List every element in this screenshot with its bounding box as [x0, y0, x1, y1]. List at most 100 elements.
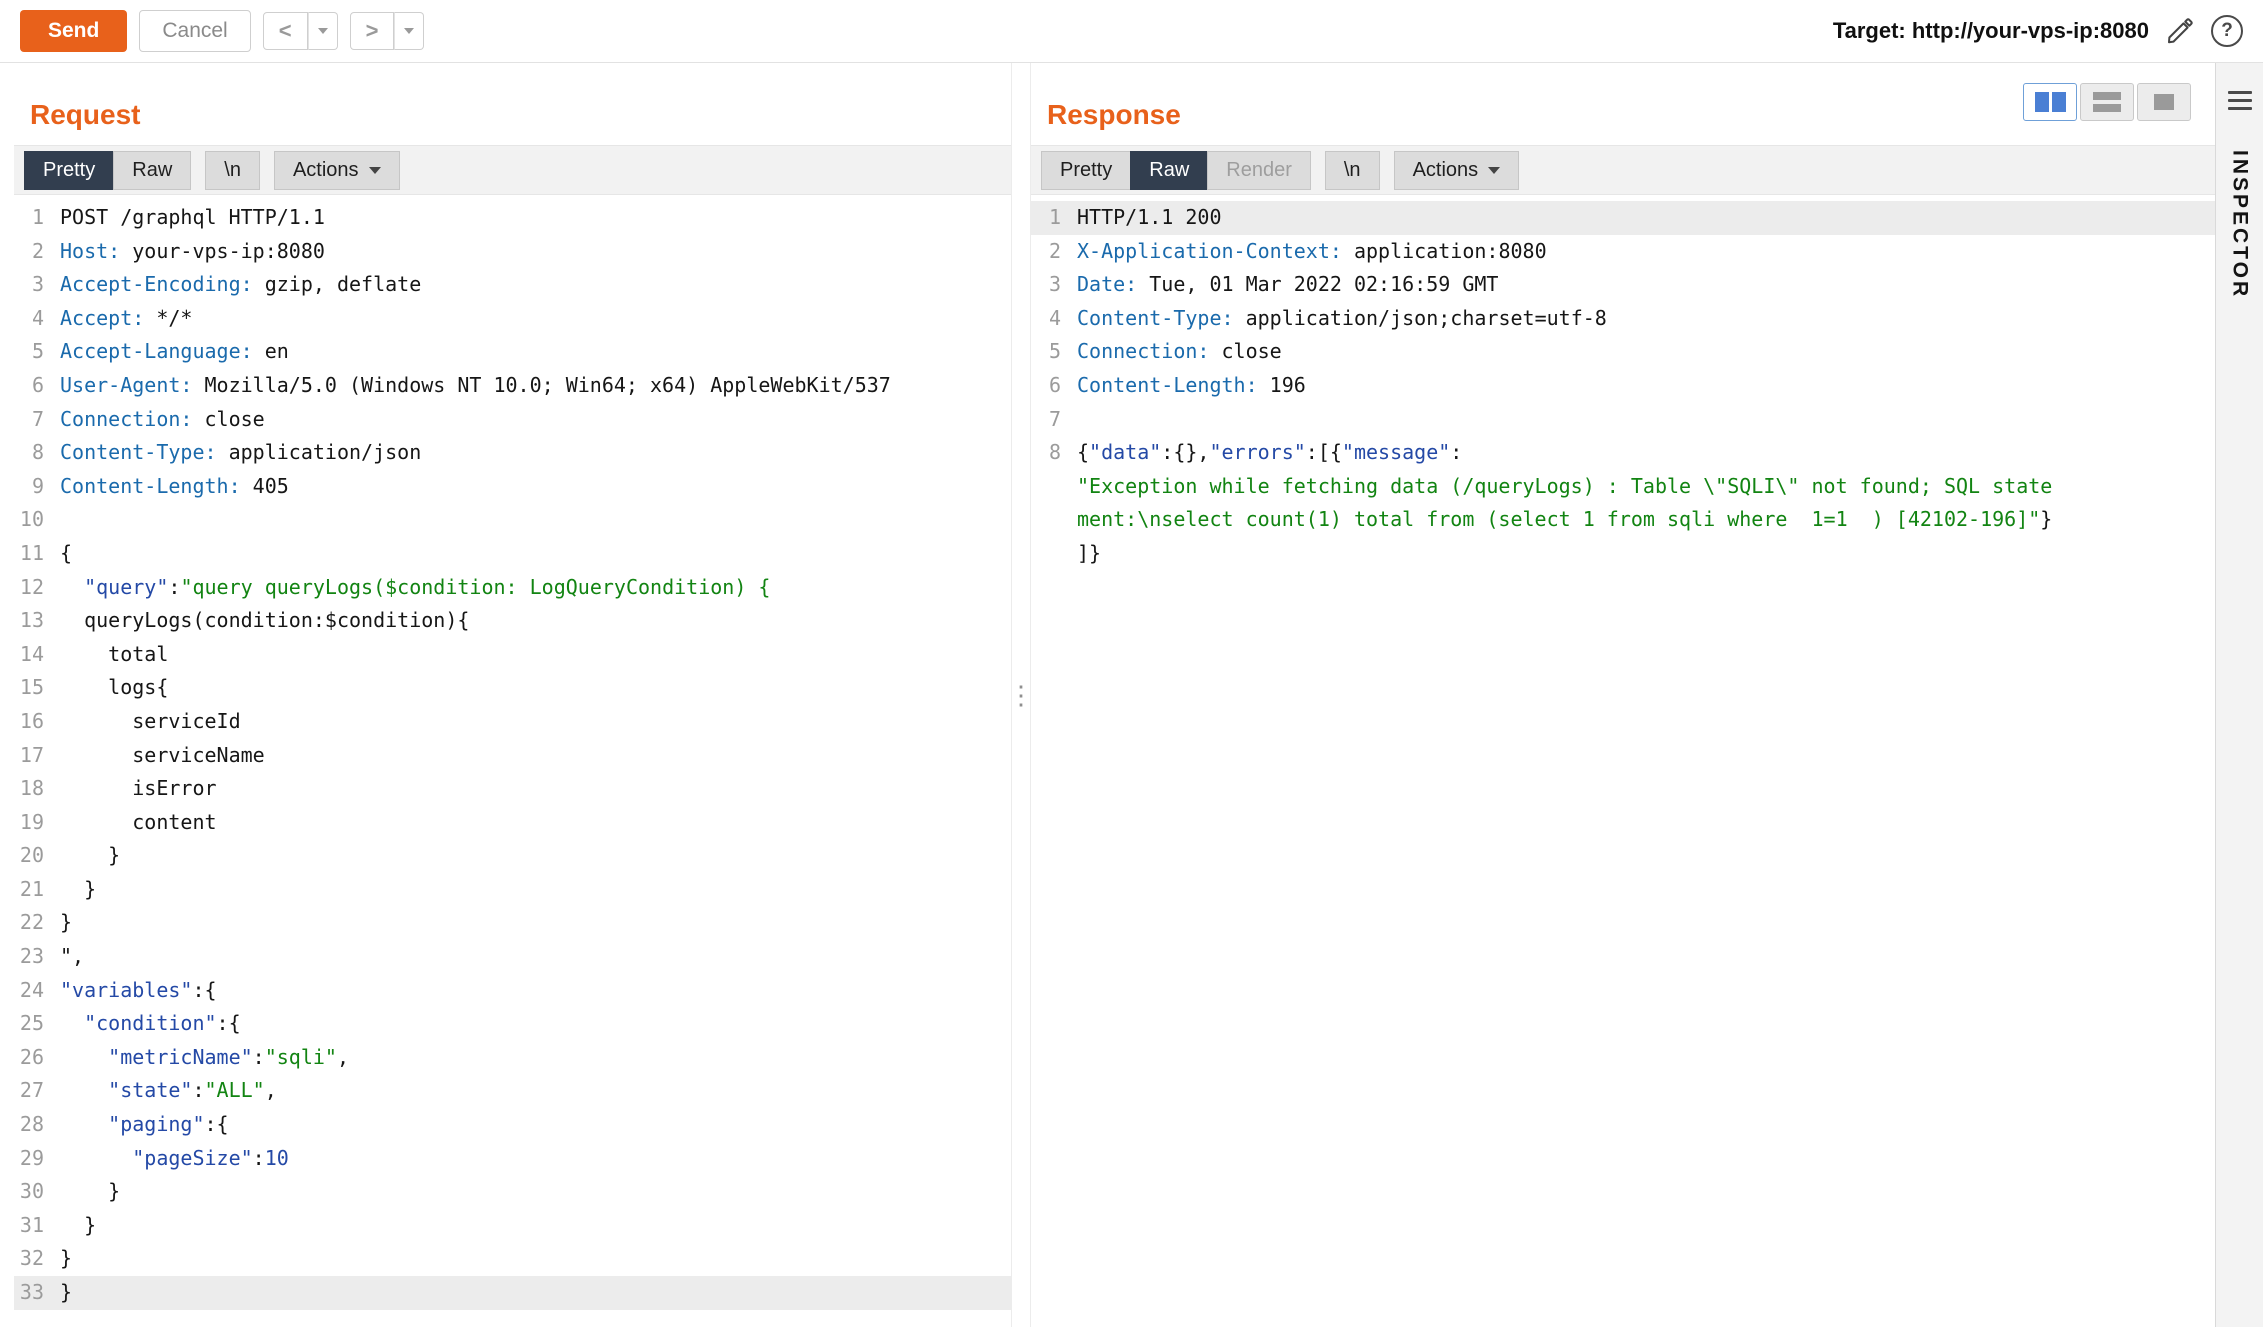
toolbar: Send Cancel < > Target: http://your-vps-…	[0, 0, 2263, 63]
line-number: 7	[14, 403, 60, 437]
line-number: 33	[14, 1276, 60, 1310]
target-area: Target: http://your-vps-ip:8080 ?	[1833, 15, 2243, 47]
line-number: 11	[14, 537, 60, 571]
code-line: 4Content-Type: application/json;charset=…	[1031, 302, 2215, 336]
inspector-label[interactable]: INSPECTOR	[2228, 150, 2252, 299]
code-line: ]}	[1031, 537, 2215, 571]
code-line: 16 serviceId	[14, 705, 1011, 739]
actions-label: Actions	[293, 159, 359, 182]
line-number: 12	[14, 571, 60, 605]
inspector-panel[interactable]: INSPECTOR	[2215, 63, 2263, 1327]
line-number: 17	[14, 739, 60, 773]
help-icon[interactable]: ?	[2211, 15, 2243, 47]
history-forward-group: >	[350, 12, 425, 51]
back-button[interactable]: <	[263, 12, 308, 51]
target-label: Target: http://your-vps-ip:8080	[1833, 18, 2149, 44]
code-line: 18 isError	[14, 772, 1011, 806]
panel-divider[interactable]: ⋮	[1012, 63, 1030, 1327]
code-line: 15 logs{	[14, 671, 1011, 705]
tab-response-raw[interactable]: Raw	[1130, 151, 1208, 190]
line-number: 8	[1031, 436, 1077, 470]
line-number: 3	[14, 268, 60, 302]
line-number: 2	[14, 235, 60, 269]
code-line: 24"variables":{	[14, 974, 1011, 1008]
edit-target-button[interactable]	[2165, 16, 2195, 46]
line-number: 25	[14, 1007, 60, 1041]
tab-request-raw[interactable]: Raw	[113, 151, 191, 190]
code-line: 13 queryLogs(condition:$condition){	[14, 604, 1011, 638]
send-button[interactable]: Send	[20, 10, 127, 52]
code-line: 1POST /graphql HTTP/1.1	[14, 201, 1011, 235]
request-actions-button[interactable]: Actions	[274, 151, 400, 190]
code-line: "Exception while fetching data (/queryLo…	[1031, 470, 2215, 504]
request-panel: Request Pretty Raw \n Actions 1POST /gra…	[14, 63, 1012, 1327]
line-number: 4	[1031, 302, 1077, 336]
code-line: 1HTTP/1.1 200	[1031, 201, 2215, 235]
response-actions-button[interactable]: Actions	[1394, 151, 1520, 190]
code-line: 33}	[14, 1276, 1011, 1310]
line-number: 2	[1031, 235, 1077, 269]
line-number	[1031, 537, 1077, 571]
line-number: 14	[14, 638, 60, 672]
code-line: 4Accept: */*	[14, 302, 1011, 336]
request-tab-strip: Pretty Raw \n Actions	[14, 145, 1011, 195]
code-line: 32}	[14, 1242, 1011, 1276]
tab-request-newline[interactable]: \n	[205, 151, 260, 190]
code-line: 8Content-Type: application/json	[14, 436, 1011, 470]
tab-response-pretty[interactable]: Pretty	[1041, 151, 1131, 190]
cancel-button[interactable]: Cancel	[139, 10, 250, 52]
line-number: 24	[14, 974, 60, 1008]
line-number: 5	[1031, 335, 1077, 369]
line-number: 10	[14, 503, 60, 537]
code-line: 30 }	[14, 1175, 1011, 1209]
line-number: 26	[14, 1041, 60, 1075]
forward-dropdown-button[interactable]	[394, 12, 424, 51]
forward-button[interactable]: >	[350, 12, 395, 51]
code-line: 7	[1031, 403, 2215, 437]
line-number: 4	[14, 302, 60, 336]
code-line: 14 total	[14, 638, 1011, 672]
tab-request-pretty[interactable]: Pretty	[24, 151, 114, 190]
back-dropdown-button[interactable]	[308, 12, 338, 51]
line-number: 21	[14, 873, 60, 907]
code-line: 27 "state":"ALL",	[14, 1074, 1011, 1108]
line-number: 15	[14, 671, 60, 705]
code-line: 29 "pageSize":10	[14, 1142, 1011, 1176]
line-number: 30	[14, 1175, 60, 1209]
code-line: 17 serviceName	[14, 739, 1011, 773]
line-number: 18	[14, 772, 60, 806]
code-line: 23",	[14, 940, 1011, 974]
chevron-down-icon	[369, 167, 381, 174]
line-number	[1031, 503, 1077, 537]
line-number: 20	[14, 839, 60, 873]
code-line: 3Accept-Encoding: gzip, deflate	[14, 268, 1011, 302]
line-number: 31	[14, 1209, 60, 1243]
code-line: 21 }	[14, 873, 1011, 907]
line-number: 23	[14, 940, 60, 974]
pencil-icon	[2165, 16, 2195, 46]
response-editor[interactable]: 1HTTP/1.1 2002X-Application-Context: app…	[1031, 195, 2215, 1327]
line-number: 19	[14, 806, 60, 840]
request-editor[interactable]: 1POST /graphql HTTP/1.12Host: your-vps-i…	[14, 195, 1011, 1327]
line-number: 16	[14, 705, 60, 739]
layout-columns-button[interactable]	[2023, 83, 2077, 121]
chevron-down-icon	[1488, 167, 1500, 174]
code-line: 5Connection: close	[1031, 335, 2215, 369]
request-header: Request	[14, 63, 1011, 145]
menu-icon[interactable]	[2228, 91, 2252, 110]
layout-rows-button[interactable]	[2080, 83, 2134, 121]
code-line: 8{"data":{},"errors":[{"message":	[1031, 436, 2215, 470]
code-line: 9Content-Length: 405	[14, 470, 1011, 504]
line-number: 1	[1031, 201, 1077, 235]
response-title: Response	[1047, 99, 1181, 131]
column-icon	[2052, 92, 2066, 112]
line-number: 13	[14, 604, 60, 638]
actions-label: Actions	[1413, 159, 1479, 182]
code-line: 19 content	[14, 806, 1011, 840]
layout-single-button[interactable]	[2137, 83, 2191, 121]
tab-response-newline[interactable]: \n	[1325, 151, 1380, 190]
line-number: 29	[14, 1142, 60, 1176]
code-line: 5Accept-Language: en	[14, 335, 1011, 369]
code-line: 25 "condition":{	[14, 1007, 1011, 1041]
view-layout-buttons	[2023, 83, 2191, 121]
